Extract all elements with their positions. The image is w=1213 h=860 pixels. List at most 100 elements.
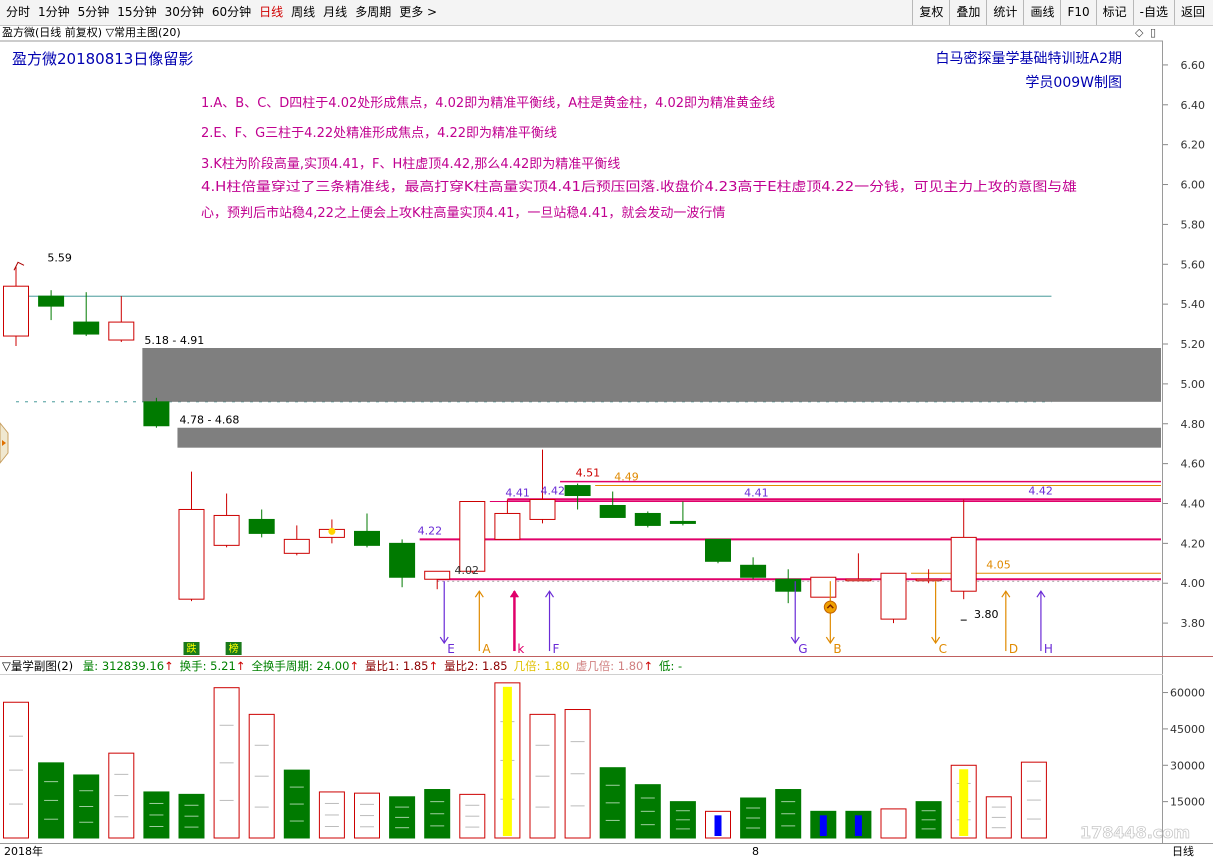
sub-indicator-bar: ▽量学副图(2) 量: 312839.16↑ 换手: 5.21↑ 全换手周期: 24… xyxy=(0,658,1163,674)
volume-highlight xyxy=(819,815,827,836)
star-dot-icon xyxy=(328,527,336,535)
up-arrow-icon: ↑ xyxy=(164,659,174,673)
sub-indicator-name[interactable]: ▽量学副图(2) xyxy=(2,659,73,673)
price-label: 4.49 xyxy=(614,471,639,484)
candle-body xyxy=(810,576,837,598)
arrow-label: C xyxy=(939,642,947,656)
candle-body xyxy=(3,285,29,337)
year-label: 2018年 xyxy=(4,845,43,858)
candle-body xyxy=(459,501,486,572)
arrow-label: H xyxy=(1044,642,1053,656)
candle-body xyxy=(880,572,907,620)
candle-body xyxy=(705,538,731,562)
up-arrow-icon: ↑ xyxy=(235,659,246,673)
gap-zones-layer: 5.18 - 4.91 4.78 - 4.68 xyxy=(142,334,1162,448)
sub-field-label: 虚几倍: 1.80 xyxy=(575,659,644,673)
volume-bar xyxy=(880,808,907,839)
gap-zone-label: 5.18 - 4.91 xyxy=(144,334,204,347)
sub-field-label: 量: 312839.16 xyxy=(82,659,165,673)
price-label: 4.41 xyxy=(505,487,530,500)
brand-line-2: 学员009W制图 xyxy=(1025,75,1122,91)
sub-field-4: 量比2: 1.85 xyxy=(444,659,507,673)
period-label: 日线 xyxy=(1172,845,1194,858)
arrow-label: B xyxy=(833,642,841,656)
arrow-up-icon xyxy=(509,590,519,598)
candle-body xyxy=(248,518,275,534)
gap-zone xyxy=(177,427,1161,448)
candle-body xyxy=(740,564,767,578)
price-label: 4.41 xyxy=(744,487,769,500)
price-tick-label: 4.60 xyxy=(1181,458,1206,471)
price-chart[interactable]: 5.18 - 4.91 4.78 - 4.68 5.59 4.22 4.02 4.41 4… xyxy=(0,0,1213,859)
price-tick-label: 4.20 xyxy=(1181,537,1206,550)
up-arrow-icon: ↑ xyxy=(428,659,439,673)
arrow-label: G xyxy=(798,642,807,656)
candle-body xyxy=(775,578,802,592)
up-arrow-icon: ↑ xyxy=(349,659,360,673)
month-label: 8 xyxy=(752,845,759,858)
volume-tick-label: 30000 xyxy=(1170,759,1205,772)
sub-field-2: 全换手周期: 24.00↑ xyxy=(251,659,359,673)
circle-marker-icon xyxy=(823,600,837,614)
badge-label: 跌 xyxy=(187,642,197,655)
price-tick-label: 4.00 xyxy=(1181,577,1206,590)
volume-axis: 15000 30000 45000 60000 xyxy=(1163,687,1205,809)
sub-field-5: 几倍: 1.80 xyxy=(514,659,570,673)
sub-field-label: 换手: 5.21 xyxy=(179,659,236,673)
candle-body xyxy=(915,578,942,582)
price-tick-label: 6.20 xyxy=(1181,139,1206,152)
price-tick-label: 6.60 xyxy=(1181,59,1206,72)
price-label: 4.42 xyxy=(1028,485,1053,498)
price-tick-label: 6.40 xyxy=(1181,99,1206,112)
volume-highlight xyxy=(854,815,862,836)
volume-bars-layer xyxy=(3,682,1047,839)
sub-field-label: 几倍: 1.80 xyxy=(513,659,570,673)
candle-body xyxy=(178,508,205,600)
volume-highlight xyxy=(714,815,722,836)
candle-body xyxy=(389,542,416,578)
sub-field-label: 量比2: 1.85 xyxy=(444,659,508,673)
gap-zone-label: 4.78 - 4.68 xyxy=(179,414,239,427)
candle-body xyxy=(529,499,556,520)
arrow-label: E xyxy=(447,642,455,656)
note-5: 心，预判后市站稳4,22之上便会上攻K柱高量实顶4.41，一旦站稳4.41，就会… xyxy=(201,205,725,221)
watermark: 178448.com xyxy=(1080,823,1190,842)
price-axis: 3.80 4.00 4.20 4.40 4.60 4.80 5.00 5.20 5.40 5.60… xyxy=(1163,59,1205,630)
sub-field-label: 低: - xyxy=(659,659,683,673)
price-tick-label: 5.80 xyxy=(1181,218,1206,231)
price-label: 4.22 xyxy=(418,524,443,537)
price-tick-label: 4.80 xyxy=(1181,418,1206,431)
sub-field-0: 量: 312839.16↑ xyxy=(83,659,174,673)
badge-label: 榜 xyxy=(229,642,239,655)
candle-body xyxy=(283,538,310,554)
volume-highlight xyxy=(959,769,969,836)
candle-body xyxy=(424,570,451,580)
note-4: 4.H柱倍量穿过了三条精准线，最高打穿K柱高量实顶4.41后预压回落.收盘价4.… xyxy=(201,179,1077,195)
arrow-label: F xyxy=(553,642,560,656)
price-tick-label: 5.00 xyxy=(1181,378,1206,391)
note-1: 1.A、B、C、D四柱于4.02处形成焦点，4.02即为精准平衡线，A柱是黄金柱… xyxy=(201,95,775,111)
candle-body xyxy=(564,485,591,497)
candle-body xyxy=(213,514,240,546)
price-label: 4.42 xyxy=(541,485,566,498)
price-label: 4.51 xyxy=(576,467,601,480)
price-label: 4.02 xyxy=(455,564,480,577)
candle-body xyxy=(494,512,521,540)
price-label: 5.59 xyxy=(47,251,72,264)
candle-body xyxy=(845,578,872,582)
sub-field-label: 量比1: 1.85 xyxy=(365,659,429,673)
price-label: 3.80 xyxy=(974,608,999,621)
sub-field-label: 全换手周期: 24.00 xyxy=(251,659,350,673)
volume-tick-label: 60000 xyxy=(1170,687,1205,700)
sub-field-7: 低: - xyxy=(659,659,682,673)
gap-zone xyxy=(142,348,1162,402)
candle-body xyxy=(950,536,977,592)
sub-field-3: 量比1: 1.85↑ xyxy=(365,659,438,673)
price-tick-label: 5.40 xyxy=(1181,298,1206,311)
price-tick-label: 5.60 xyxy=(1181,258,1206,271)
price-tick-label: 4.40 xyxy=(1181,497,1206,510)
up-arrow-icon: ↑ xyxy=(643,659,653,673)
note-3: 3.K柱为阶段高量,实顶4.41，F、H柱虚顶4.42,那么4.42即为精准平衡… xyxy=(201,156,620,172)
candle-body xyxy=(38,295,65,307)
candle-body xyxy=(634,512,661,526)
